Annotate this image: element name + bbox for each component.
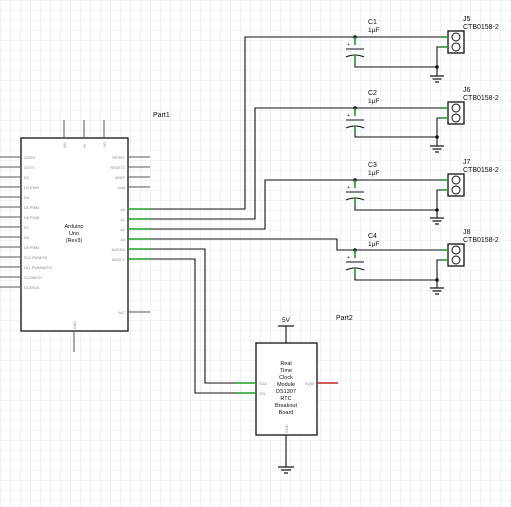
pin-a0: A0 <box>120 208 125 212</box>
rtc-name-line4: Module <box>277 382 295 388</box>
pin-d1: D1/TX <box>24 166 35 170</box>
pin-nc: N/C <box>118 311 125 315</box>
pin-d9: D9 PWM <box>24 246 39 250</box>
pin-reset: RESET <box>112 156 125 160</box>
rtc-name-line2: Time <box>280 368 292 374</box>
pin-a1: A1 <box>120 218 125 222</box>
svg-text:+: + <box>347 42 350 48</box>
pin-a2: A2 <box>120 228 125 232</box>
rtc-name-line7: Breakout <box>275 403 297 409</box>
pin-d7: D7 <box>24 226 29 230</box>
svg-text:+: + <box>347 185 350 191</box>
pin-vin: VIN <box>63 142 67 148</box>
schematic-canvas: Part1 Arduino Uno (Rev3) VIN 5V 3V3 GND … <box>0 0 511 507</box>
pin-d3: D3 PWM <box>24 186 39 190</box>
c4-value: 1µF <box>368 241 379 248</box>
j6-ref: J6 <box>463 87 471 94</box>
c3-value: 1µF <box>368 170 379 177</box>
c2-ref: C2 <box>368 90 377 97</box>
rtc-pin-sqw: SQW <box>305 382 314 386</box>
c1-ref: C1 <box>368 19 377 26</box>
rtc-pin-scl: SCL <box>259 392 266 396</box>
rtc-5v-label: 5V <box>282 317 291 324</box>
pin-a4-sda: A4/SDA <box>111 248 125 252</box>
pin-d4: D4 <box>24 196 29 200</box>
arduino-name-line2: Uno <box>69 231 79 237</box>
rtc-name-line8: Board <box>279 410 294 416</box>
rtc-name-line5: DS1307 <box>276 389 296 395</box>
pin-d5: D5 PWM <box>24 206 39 210</box>
pin-gnd: GND <box>73 321 77 329</box>
pin-ioref: ioref <box>118 186 126 190</box>
svg-text:+: + <box>347 255 350 261</box>
pin-5v: 5V <box>83 143 87 148</box>
pin-d13: D13/SCK <box>24 286 40 290</box>
j7-part: CTB0158-2 <box>463 167 499 174</box>
c4-ref: C4 <box>368 233 377 240</box>
pin-a5-scl: A5/SCL <box>112 258 125 262</box>
svg-text:+: + <box>347 113 350 119</box>
pin-a3: A3 <box>120 238 125 242</box>
arduino-name-line3: (Rev3) <box>66 238 83 244</box>
pin-d2: D2 <box>24 176 29 180</box>
pin-d10: D10 PWM/SS <box>24 256 48 260</box>
c1-value: 1µF <box>368 27 379 34</box>
rtc-name-line1: Real <box>280 361 291 367</box>
j8-part: CTB0158-2 <box>463 237 499 244</box>
c3-ref: C3 <box>368 162 377 169</box>
rtc-pin-sda: SDA <box>259 382 267 386</box>
j5-part: CTB0158-2 <box>463 24 499 31</box>
j7-ref: J7 <box>463 159 471 166</box>
pin-d0: D0/RX <box>24 156 36 160</box>
arduino-name-line1: Arduino <box>65 224 84 230</box>
j5-ref: J5 <box>463 16 471 23</box>
j8-ref: J8 <box>463 229 471 236</box>
part2-label: Part2 <box>336 315 353 322</box>
j6-part: CTB0158-2 <box>463 95 499 102</box>
rtc-pin-gnd: GND <box>285 424 289 433</box>
pin-3v3: 3V3 <box>103 142 107 148</box>
pin-d12: D12/MISO <box>24 276 42 280</box>
pin-aref: AREF <box>115 176 126 180</box>
pin-reset2: RESET2 <box>110 166 125 170</box>
rtc-name-line6: RTC <box>280 396 291 402</box>
pin-d8: D8 <box>24 236 29 240</box>
part1-label: Part1 <box>153 112 170 119</box>
c2-value: 1µF <box>368 98 379 105</box>
pin-d11: D11 PWM/MOSI <box>24 266 52 270</box>
pin-d6: D6 PWM <box>24 216 39 220</box>
rtc-name-line3: Clock <box>279 375 293 381</box>
